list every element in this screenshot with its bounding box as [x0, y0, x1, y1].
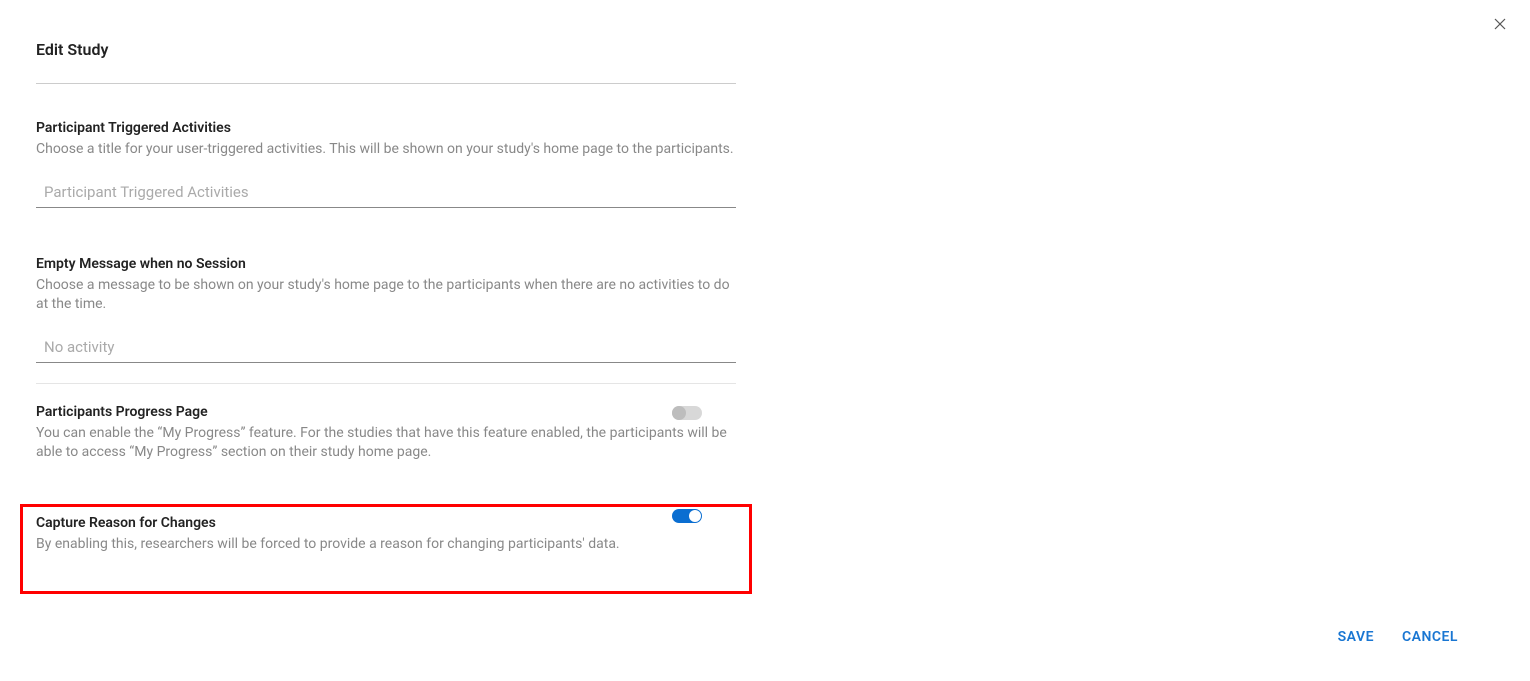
empty-label: Empty Message when no Session [36, 256, 734, 272]
capture-label: Capture Reason for Changes [36, 515, 686, 531]
triggered-input-wrapper [36, 176, 736, 208]
triggered-input[interactable] [44, 183, 736, 201]
triggered-label: Participant Triggered Activities [36, 120, 734, 136]
section-divider-1 [36, 383, 736, 384]
triggered-desc: Choose a title for your user-triggered a… [36, 140, 734, 160]
empty-input-wrapper [36, 331, 736, 363]
edit-study-dialog: Edit Study Participant Triggered Activit… [0, 0, 1530, 681]
section-progress: Participants Progress Page You can enabl… [36, 404, 736, 463]
save-button[interactable]: SAVE [1338, 629, 1374, 645]
close-button[interactable] [1492, 16, 1508, 32]
content-area: Edit Study Participant Triggered Activit… [0, 0, 770, 555]
progress-desc: You can enable the “My Progress” feature… [36, 424, 736, 463]
capture-toggle[interactable] [672, 509, 702, 523]
cancel-button[interactable]: CANCEL [1402, 629, 1458, 645]
empty-message-input[interactable] [44, 338, 736, 356]
page-title: Edit Study [36, 40, 734, 59]
footer-actions: SAVE CANCEL [1338, 629, 1458, 645]
section-empty-message: Empty Message when no Session Choose a m… [36, 256, 734, 363]
title-divider [36, 83, 736, 84]
progress-toggle[interactable] [672, 406, 702, 420]
capture-desc: By enabling this, researchers will be fo… [36, 535, 686, 555]
section-participant-triggered: Participant Triggered Activities Choose … [36, 120, 734, 208]
progress-label: Participants Progress Page [36, 404, 736, 420]
section-capture: Capture Reason for Changes By enabling t… [36, 507, 736, 555]
empty-desc: Choose a message to be shown on your stu… [36, 276, 734, 315]
close-icon [1494, 18, 1506, 30]
